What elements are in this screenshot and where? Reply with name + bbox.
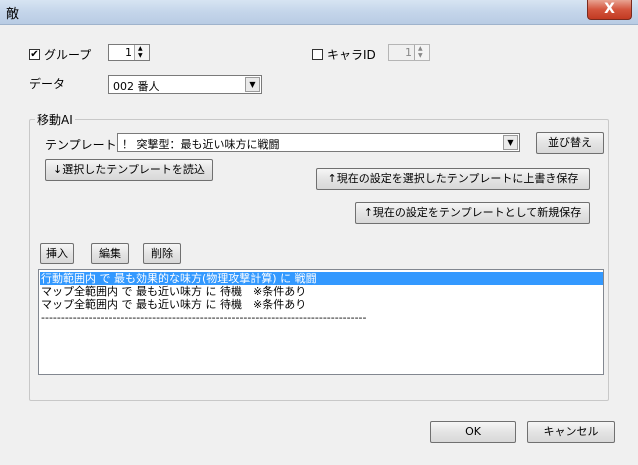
ai-action-list[interactable]: 行動範囲内 で 最も効果的な味方(物理攻撃計算) に 戦闘 マップ全範囲内 で …	[38, 269, 604, 375]
template-select[interactable]: ！ 突撃型：最も近い味方に戦闘 ▼	[117, 133, 520, 152]
window-title: 敵	[6, 7, 20, 22]
template-label: テンプレート	[45, 138, 117, 152]
data-select[interactable]: 002 番人 ▼	[108, 75, 262, 94]
sort-button[interactable]: 並び替え	[536, 132, 604, 154]
spinner-arrows[interactable]: ▲ ▼	[414, 45, 429, 60]
group-spinner[interactable]: 1 ▲ ▼	[108, 44, 150, 61]
insert-button[interactable]: 挿入	[40, 243, 74, 264]
load-template-button[interactable]: ↓選択したテンプレートを読込	[45, 159, 213, 181]
close-button[interactable]: X	[587, 0, 632, 20]
delete-button[interactable]: 削除	[143, 243, 181, 264]
chevron-down-icon[interactable]: ▼	[503, 135, 518, 150]
template-select-value: ！ 突撃型：最も近い味方に戦闘	[122, 138, 280, 151]
title-bar: 敵 X	[0, 0, 638, 25]
edit-button[interactable]: 編集	[91, 243, 129, 264]
save-new-template-button[interactable]: ↑現在の設定をテンプレートとして新規保存	[355, 202, 590, 224]
spin-down-icon[interactable]: ▼	[138, 53, 143, 59]
ok-button[interactable]: OK	[430, 421, 516, 443]
cancel-button[interactable]: キャンセル	[527, 421, 615, 443]
dialog-body: ✔ グループ 1 ▲ ▼ キャラID 1 ▲ ▼ データ 002 番人 ▼ 移動…	[0, 25, 638, 465]
spin-down-icon[interactable]: ▼	[418, 53, 423, 59]
chara-id-spinner[interactable]: 1 ▲ ▼	[388, 44, 430, 61]
move-ai-group-label: 移動AI	[35, 111, 75, 128]
data-select-value: 002 番人	[113, 80, 160, 93]
overwrite-template-button[interactable]: ↑現在の設定を選択したテンプレートに上書き保存	[316, 168, 590, 190]
chara-id-spinner-value: 1	[405, 46, 412, 59]
chara-id-label: キャラID	[327, 48, 376, 62]
list-item[interactable]: ----------------------------------------…	[40, 311, 431, 324]
list-item[interactable]: 行動範囲内 で 最も効果的な味方(物理攻撃計算) に 戦闘	[40, 272, 603, 285]
chevron-down-icon[interactable]: ▼	[245, 77, 260, 92]
group-spinner-value: 1	[125, 46, 132, 59]
group-checkbox-label: グループ	[44, 48, 92, 62]
group-checkbox[interactable]: ✔	[29, 49, 40, 60]
list-item[interactable]: マップ全範囲内 で 最も近い味方 に 待機 ※条件あり	[40, 285, 306, 298]
list-item[interactable]: マップ全範囲内 で 最も近い味方 に 待機 ※条件あり	[40, 298, 306, 311]
spinner-arrows[interactable]: ▲ ▼	[134, 45, 149, 60]
chara-id-checkbox[interactable]	[312, 49, 323, 60]
data-label: データ	[29, 77, 66, 91]
